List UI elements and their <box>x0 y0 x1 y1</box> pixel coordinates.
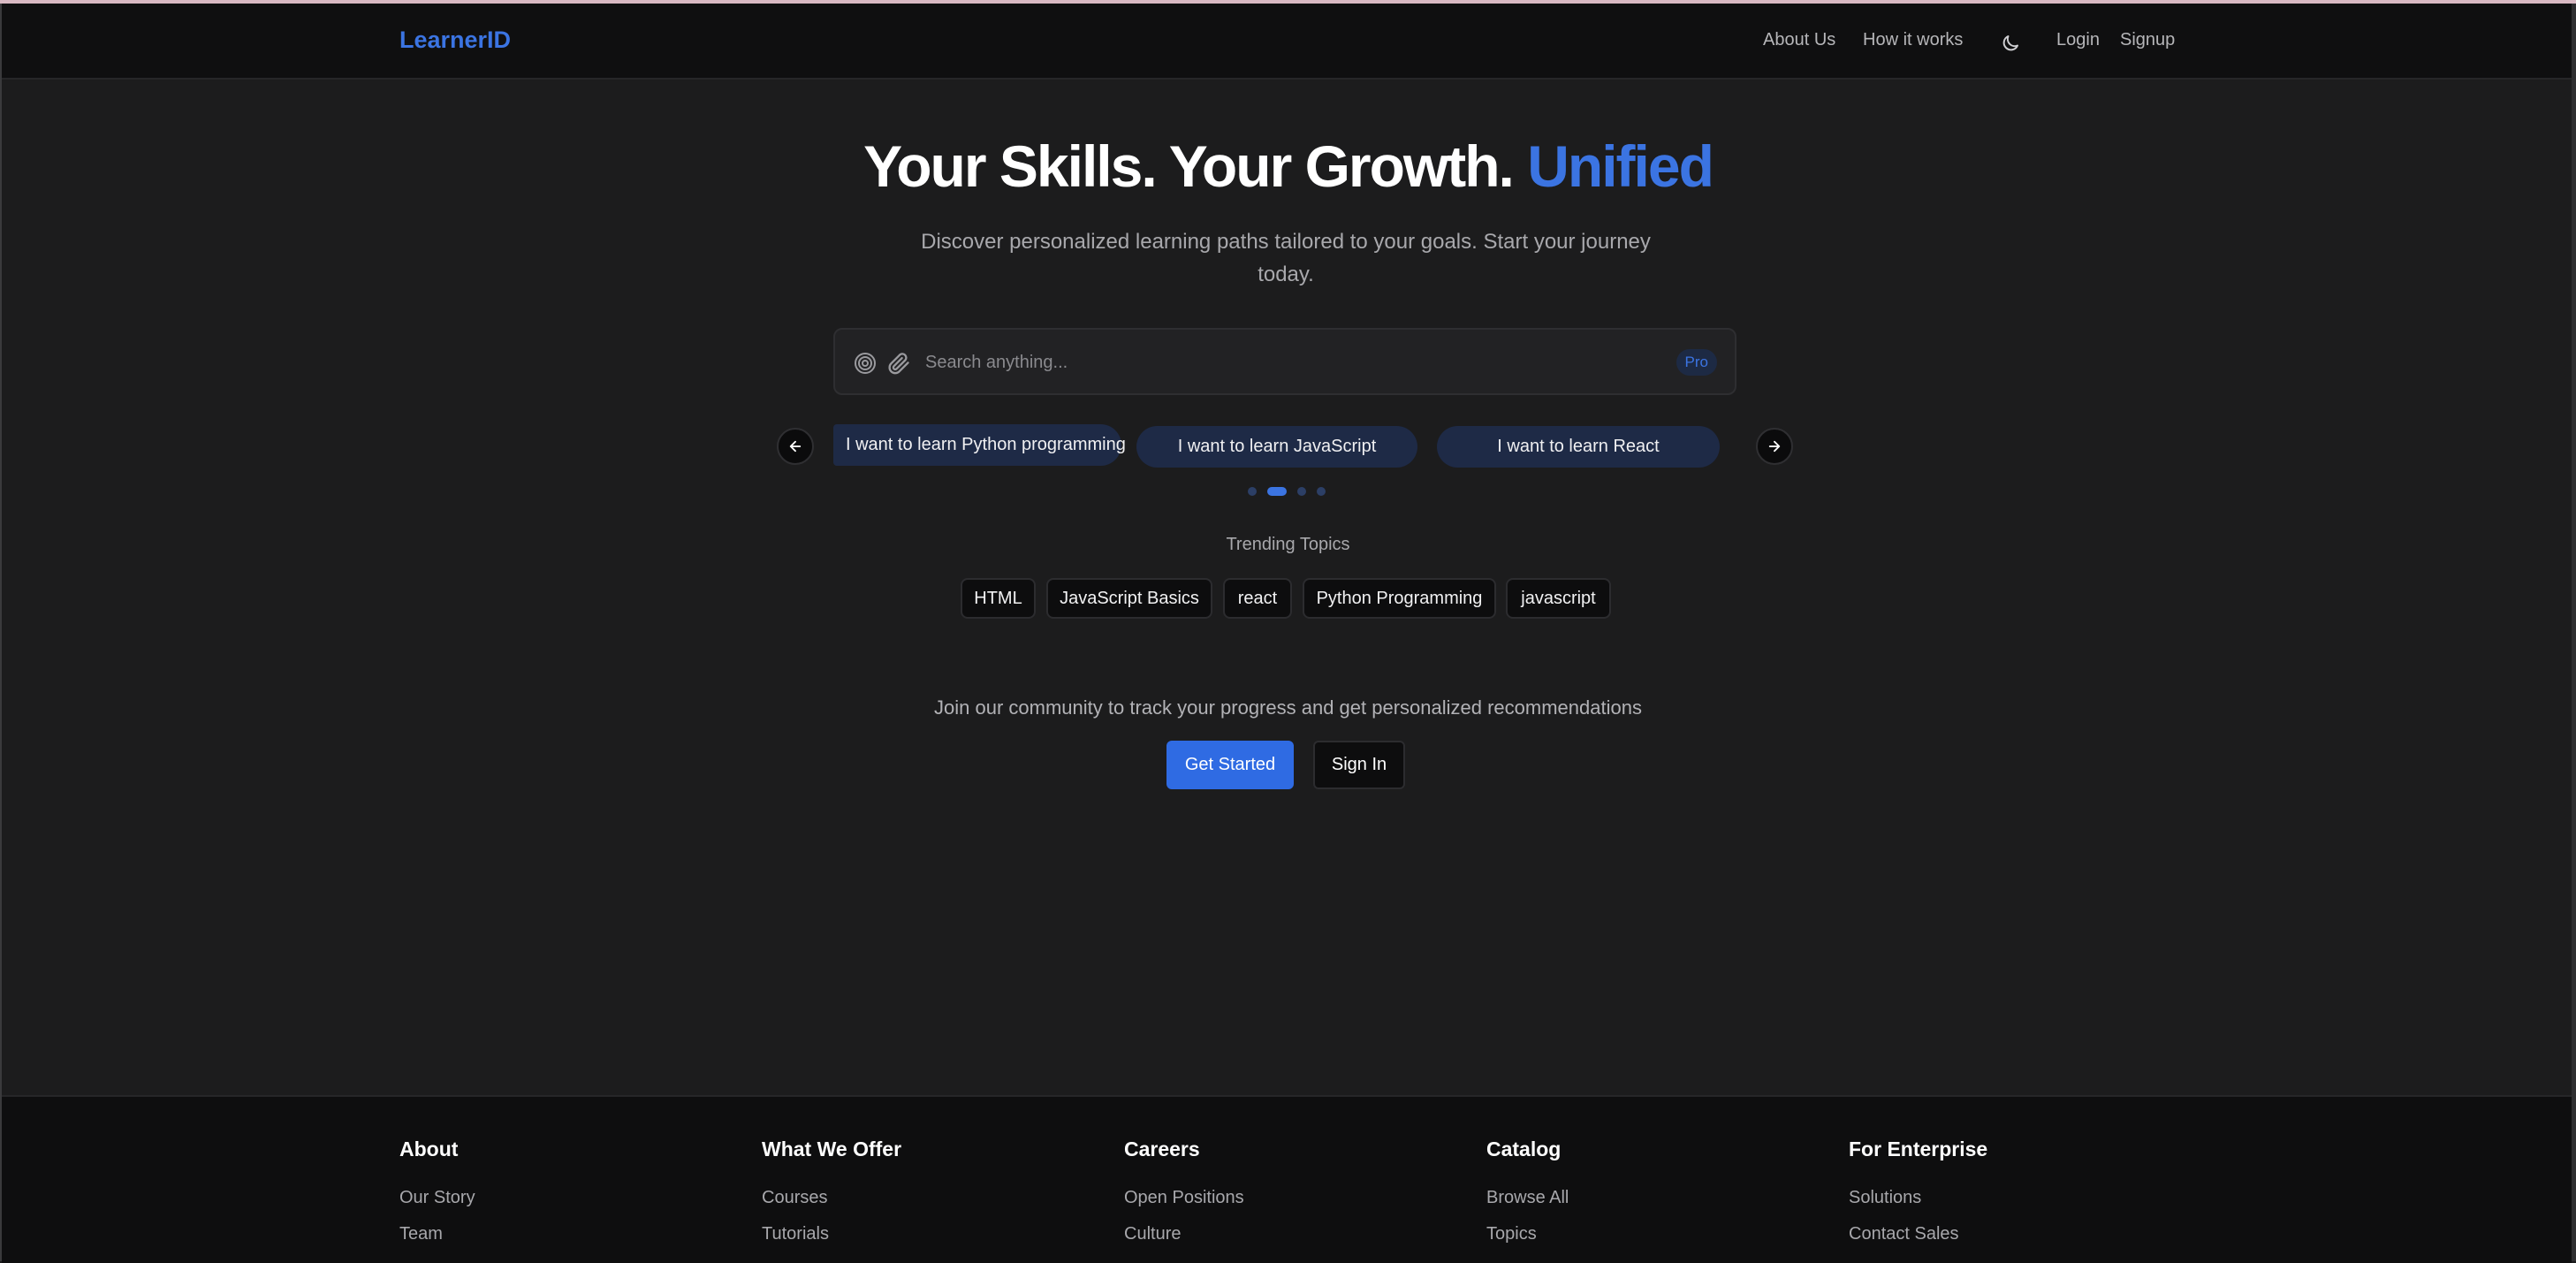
paperclip-icon[interactable] <box>886 351 911 376</box>
hero-title-main: Your Skills. Your Growth. <box>863 133 1515 199</box>
get-started-button[interactable]: Get Started <box>1166 741 1294 789</box>
footer-heading: What We Offer <box>762 1137 902 1160</box>
footer-link[interactable]: Topics <box>1486 1224 1569 1244</box>
footer-column-catalog: Catalog Browse All Topics <box>1486 1137 1569 1260</box>
site-header: LearnerID About Us How it works Login Si… <box>2 4 2572 80</box>
site-footer: About Our Story Team What We Offer Cours… <box>2 1095 2572 1263</box>
footer-link[interactable]: Courses <box>762 1188 901 1208</box>
carousel-prev-button[interactable] <box>777 428 814 465</box>
hero-title: Your Skills. Your Growth. Unified <box>0 133 2576 200</box>
topic-tag[interactable]: javascript <box>1506 578 1611 619</box>
carousel-dot[interactable] <box>1297 487 1306 496</box>
footer-heading: About <box>399 1137 459 1160</box>
footer-link[interactable]: Contact Sales <box>1849 1224 1987 1244</box>
footer-heading: Catalog <box>1486 1137 1562 1160</box>
arrow-left-icon <box>789 440 802 453</box>
logo[interactable]: LearnerID <box>399 27 511 54</box>
footer-link[interactable]: Team <box>399 1224 475 1244</box>
hero-subtitle: Discover personalized learning paths tai… <box>921 230 1651 286</box>
nav-login[interactable]: Login <box>2056 30 2100 50</box>
footer-heading: Careers <box>1124 1137 1200 1160</box>
carousel-next-button[interactable] <box>1756 428 1793 465</box>
footer-column-enterprise: For Enterprise Solutions Contact Sales <box>1849 1137 1987 1260</box>
prompt-chip[interactable]: I want to learn JavaScript <box>1136 426 1417 468</box>
nav-signup[interactable]: Signup <box>2120 30 2175 50</box>
topic-tag[interactable]: Python Programming <box>1303 578 1496 619</box>
nav-about-us[interactable]: About Us <box>1763 30 1835 50</box>
carousel-dot[interactable] <box>1248 487 1257 496</box>
footer-column-offer: What We Offer Courses Tutorials <box>762 1137 901 1260</box>
target-icon[interactable] <box>853 351 878 376</box>
footer-heading: For Enterprise <box>1849 1137 1988 1160</box>
footer-link[interactable]: Tutorials <box>762 1224 901 1244</box>
topic-tag[interactable]: HTML <box>961 578 1036 619</box>
footer-link[interactable]: Culture <box>1124 1224 1244 1244</box>
topic-tag[interactable]: react <box>1223 578 1292 619</box>
search-input[interactable] <box>923 346 1599 379</box>
moon-icon[interactable] <box>2000 33 2021 54</box>
hero-title-accent: Unified <box>1527 133 1714 199</box>
footer-link[interactable]: Our Story <box>399 1188 475 1208</box>
carousel-dot[interactable] <box>1317 487 1326 496</box>
footer-link[interactable]: Solutions <box>1849 1188 1987 1208</box>
nav-how-it-works[interactable]: How it works <box>1863 30 1963 50</box>
trending-topics-label: Trending Topics <box>1226 535 1350 554</box>
footer-column-about: About Our Story Team <box>399 1137 475 1260</box>
sign-in-button[interactable]: Sign In <box>1313 741 1405 789</box>
footer-column-careers: Careers Open Positions Culture <box>1124 1137 1244 1260</box>
carousel-dot[interactable] <box>1267 487 1287 496</box>
prompt-chip[interactable]: I want to learn React <box>1437 426 1720 468</box>
footer-link[interactable]: Open Positions <box>1124 1188 1244 1208</box>
footer-link[interactable]: Browse All <box>1486 1188 1569 1208</box>
prompt-chip[interactable]: I want to learn Python programming <box>833 424 1126 466</box>
pro-badge[interactable]: Pro <box>1676 349 1717 376</box>
community-cta-text: Join our community to track your progres… <box>934 696 1642 719</box>
search-box: Pro <box>833 328 1736 395</box>
arrow-right-icon <box>1768 440 1781 453</box>
topic-tag[interactable]: JavaScript Basics <box>1046 578 1212 619</box>
